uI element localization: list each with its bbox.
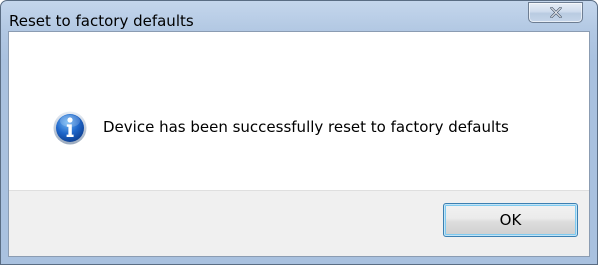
message-area: Device has been successfully reset to fa… [9, 32, 589, 190]
dialog-body: Device has been successfully reset to fa… [8, 31, 590, 257]
close-x-icon [549, 7, 562, 18]
ok-button[interactable]: OK [443, 203, 578, 237]
message-text: Device has been successfully reset to fa… [103, 118, 509, 136]
button-bar: OK [9, 190, 589, 256]
dialog-title: Reset to factory defaults [9, 12, 194, 30]
info-icon [53, 111, 87, 145]
close-button[interactable] [528, 2, 583, 23]
dialog-window: Reset to factory defaults Device has bee… [0, 0, 598, 265]
